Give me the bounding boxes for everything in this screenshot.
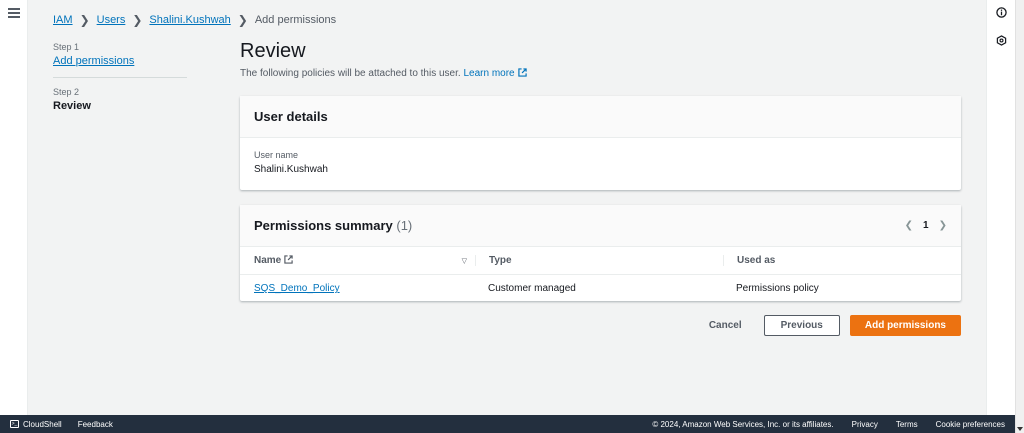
prev-page-icon[interactable]: ❮ — [905, 220, 913, 231]
learn-more-label: Learn more — [463, 68, 515, 79]
hexagon-icon[interactable] — [996, 35, 1007, 46]
terminal-icon: >_ — [10, 420, 19, 428]
breadcrumb-user[interactable]: Shalini.Kushwah — [149, 14, 230, 26]
step1-link[interactable]: Add permissions — [53, 55, 187, 67]
cloudshell-label: CloudShell — [23, 419, 62, 429]
breadcrumb-current: Add permissions — [254, 14, 337, 26]
step-divider — [53, 77, 187, 78]
user-details-title: User details — [254, 109, 328, 124]
permissions-summary-title-text: Permissions summary — [254, 218, 393, 233]
permissions-summary-header: Permissions summary (1) ❮ 1 ❯ — [240, 205, 961, 247]
table-header: Name ▽ Type Used as — [240, 247, 961, 275]
scrollbar[interactable] — [1015, 0, 1024, 433]
form-actions: Cancel Previous Add permissions — [697, 315, 961, 336]
chevron-right-icon: ❯ — [79, 13, 90, 27]
page-subtitle: The following policies will be attached … — [240, 68, 961, 79]
previous-button[interactable]: Previous — [763, 315, 840, 336]
terms-link[interactable]: Terms — [896, 420, 918, 429]
cloudshell-button[interactable]: >_ CloudShell — [10, 420, 62, 429]
name-header-wrap: Name — [254, 255, 293, 266]
feedback-link[interactable]: Feedback — [78, 420, 113, 429]
table-row: SQS_Demo_Policy Customer managed Permiss… — [240, 275, 961, 302]
footer-left: >_ CloudShell Feedback — [0, 420, 113, 429]
learn-more-link[interactable]: Learn more — [463, 68, 527, 79]
policy-link[interactable]: SQS_Demo_Policy — [254, 283, 340, 294]
user-details-header: User details — [240, 96, 961, 138]
chevron-right-icon: ❯ — [132, 13, 143, 27]
external-link-icon — [284, 255, 293, 264]
step2-current: Review — [53, 100, 91, 112]
footer-right: © 2024, Amazon Web Services, Inc. or its… — [652, 420, 1015, 429]
page-header: Review The following policies will be at… — [240, 40, 961, 79]
cell-name: SQS_Demo_Policy — [240, 283, 475, 294]
user-details-panel: User details User name Shalini.Kushwah — [240, 96, 961, 190]
scroll-down-arrow-icon[interactable] — [1017, 427, 1023, 431]
cancel-button[interactable]: Cancel — [697, 320, 754, 331]
breadcrumb-users[interactable]: Users — [97, 14, 126, 26]
wizard-steps: Step 1 Add permissions Step 2 Review — [53, 42, 187, 112]
external-link-icon — [517, 68, 527, 77]
cookie-preferences-link[interactable]: Cookie preferences — [936, 420, 1005, 429]
sort-caret-icon[interactable]: ▽ — [462, 257, 467, 265]
left-rail — [0, 0, 28, 415]
right-rail — [986, 0, 1015, 415]
breadcrumb-iam[interactable]: IAM — [53, 14, 73, 26]
add-permissions-button[interactable]: Add permissions — [849, 315, 961, 336]
console-footer: >_ CloudShell Feedback © 2024, Amazon We… — [0, 415, 1015, 433]
copyright-text: © 2024, Amazon Web Services, Inc. or its… — [652, 419, 834, 429]
breadcrumb: IAM ❯ Users ❯ Shalini.Kushwah ❯ Add perm… — [53, 13, 336, 27]
subtitle-text: The following policies will be attached … — [240, 68, 461, 79]
page-number[interactable]: 1 — [923, 220, 929, 231]
permissions-count: (1) — [396, 218, 413, 233]
next-page-icon[interactable]: ❯ — [939, 220, 947, 231]
permissions-summary-title: Permissions summary (1) — [254, 218, 412, 233]
page-title: Review — [240, 40, 306, 62]
column-header-used-as[interactable]: Used as — [723, 255, 961, 266]
step2-label: Step 2 — [53, 87, 80, 97]
column-header-type[interactable]: Type — [475, 255, 723, 266]
info-icon[interactable] — [996, 7, 1007, 18]
cell-used-as: Permissions policy — [736, 283, 819, 294]
name-header-label: Name — [254, 255, 282, 266]
step1-label: Step 1 — [53, 42, 80, 52]
permissions-summary-panel: Permissions summary (1) ❮ 1 ❯ Name ▽ Typ… — [240, 205, 961, 301]
user-name-value: Shalini.Kushwah — [254, 164, 328, 175]
column-header-name[interactable]: Name ▽ — [240, 255, 475, 266]
menu-icon[interactable] — [8, 8, 20, 20]
privacy-link[interactable]: Privacy — [852, 420, 878, 429]
cell-type: Customer managed — [488, 283, 576, 294]
pagination: ❮ 1 ❯ — [905, 220, 947, 231]
user-name-label: User name — [254, 150, 299, 160]
chevron-right-icon: ❯ — [237, 13, 248, 27]
user-name-field: User name Shalini.Kushwah — [240, 138, 961, 187]
